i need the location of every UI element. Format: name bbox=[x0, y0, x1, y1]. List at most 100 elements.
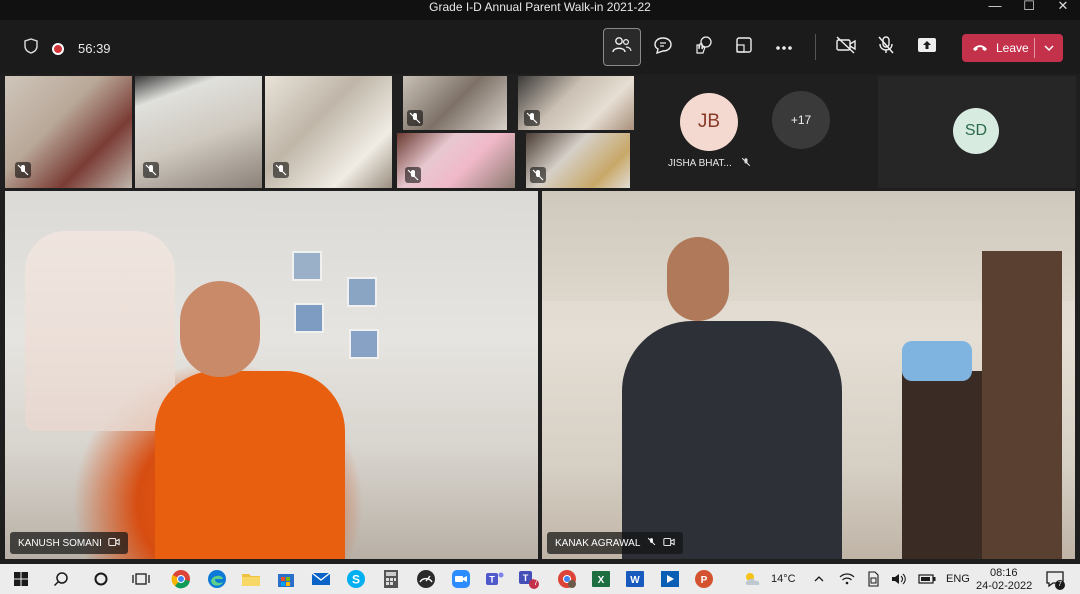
search-icon[interactable] bbox=[50, 568, 72, 590]
overflow-count: +17 bbox=[790, 113, 812, 127]
ellipsis-icon bbox=[775, 38, 793, 56]
start-button[interactable] bbox=[10, 568, 32, 590]
meeting-toolbar: 56:39 Leave bbox=[0, 20, 1080, 74]
muted-mic-icon bbox=[530, 167, 546, 183]
teams-icon[interactable]: T bbox=[484, 568, 506, 590]
video-tile[interactable]: SD bbox=[878, 76, 1076, 188]
weather-temperature[interactable]: 14°C bbox=[771, 573, 796, 585]
video-tile[interactable] bbox=[397, 133, 515, 188]
video-tile[interactable] bbox=[526, 133, 630, 188]
breakout-rooms-icon bbox=[735, 36, 753, 59]
muted-mic-icon bbox=[405, 167, 421, 183]
muted-mic-icon bbox=[15, 162, 31, 178]
wall-poster bbox=[294, 303, 324, 333]
chrome-icon[interactable] bbox=[170, 568, 192, 590]
title-bar: Grade I-D Annual Parent Walk-in 2021-22 … bbox=[0, 0, 1080, 20]
notification-center-icon[interactable]: 7 bbox=[1044, 568, 1066, 590]
person-silhouette bbox=[25, 231, 175, 431]
blue-bag bbox=[902, 341, 972, 381]
skype-icon[interactable]: S bbox=[345, 568, 367, 590]
video-player-icon[interactable] bbox=[659, 568, 681, 590]
cortana-icon[interactable] bbox=[90, 568, 112, 590]
sim-card-icon[interactable] bbox=[862, 568, 884, 590]
window-title: Grade I-D Annual Parent Walk-in 2021-22 bbox=[429, 0, 651, 14]
participant-name-label: KANUSH SOMANI bbox=[18, 537, 102, 549]
speedometer-icon[interactable] bbox=[415, 568, 437, 590]
svg-text:P: P bbox=[701, 575, 708, 586]
camera-toggle-button[interactable] bbox=[827, 28, 865, 66]
chevron-down-icon[interactable] bbox=[1042, 39, 1056, 62]
svg-text:S: S bbox=[352, 573, 360, 587]
wall-poster bbox=[347, 277, 377, 307]
people-icon bbox=[612, 36, 632, 59]
leave-label: Leave bbox=[996, 41, 1029, 55]
teams-badge-count: 7 bbox=[533, 578, 539, 587]
person-silhouette bbox=[667, 237, 729, 321]
word-icon[interactable]: W bbox=[624, 568, 646, 590]
share-screen-icon bbox=[917, 37, 937, 58]
participants-button[interactable] bbox=[603, 28, 641, 66]
video-tile[interactable] bbox=[5, 76, 132, 188]
video-tile[interactable] bbox=[265, 76, 392, 188]
muted-mic-icon bbox=[646, 536, 657, 550]
svg-text:T: T bbox=[523, 573, 529, 583]
mail-icon[interactable] bbox=[310, 568, 332, 590]
zoom-icon[interactable] bbox=[450, 568, 472, 590]
task-view-icon[interactable] bbox=[130, 568, 152, 590]
language-indicator[interactable]: ENG bbox=[946, 573, 970, 585]
weather-icon[interactable] bbox=[742, 568, 764, 590]
clock-time[interactable]: 08:16 bbox=[990, 567, 1018, 579]
chat-icon bbox=[653, 36, 673, 59]
video-tile-kanak[interactable]: KANAK AGRAWAL bbox=[542, 191, 1075, 559]
mic-toggle-button[interactable] bbox=[867, 28, 905, 66]
svg-text:T: T bbox=[489, 575, 495, 585]
person-silhouette bbox=[180, 281, 260, 377]
store-icon[interactable] bbox=[275, 568, 297, 590]
edge-icon[interactable] bbox=[206, 568, 228, 590]
chrome-profile-icon[interactable] bbox=[556, 568, 578, 590]
mic-off-icon bbox=[877, 35, 895, 60]
clock-date[interactable]: 24-02-2022 bbox=[976, 580, 1032, 592]
battery-icon[interactable] bbox=[916, 568, 938, 590]
hand-emoji-icon bbox=[693, 35, 713, 60]
person-silhouette bbox=[155, 371, 345, 559]
participant-name-label: JISHA BHAT... bbox=[668, 158, 732, 169]
share-button[interactable] bbox=[908, 28, 946, 66]
close-button[interactable]: ✕ bbox=[1053, 0, 1073, 14]
powerpoint-icon[interactable]: P bbox=[693, 568, 715, 590]
file-explorer-icon[interactable] bbox=[240, 568, 262, 590]
person-silhouette bbox=[622, 321, 842, 559]
maximize-button[interactable]: ☐ bbox=[1019, 0, 1039, 14]
video-tile-kanush[interactable]: KANUSH SOMANI bbox=[5, 191, 538, 559]
camera-icon bbox=[108, 537, 120, 550]
teams-active-icon[interactable]: T 7 bbox=[518, 568, 540, 590]
volume-icon[interactable] bbox=[888, 568, 910, 590]
avatar-initials: JB bbox=[697, 111, 721, 132]
rooms-button[interactable] bbox=[725, 28, 763, 66]
video-tile[interactable] bbox=[403, 76, 507, 130]
minimize-button[interactable]: — bbox=[985, 0, 1005, 13]
video-tile[interactable] bbox=[518, 76, 634, 130]
calculator-icon[interactable] bbox=[380, 568, 402, 590]
phone-hangup-icon bbox=[972, 39, 988, 57]
more-participants-button[interactable]: +17 bbox=[772, 91, 830, 149]
muted-mic-icon bbox=[273, 162, 289, 178]
muted-mic-icon bbox=[407, 110, 423, 126]
video-tile[interactable] bbox=[135, 76, 262, 188]
reactions-button[interactable] bbox=[684, 28, 722, 66]
muted-mic-icon bbox=[740, 156, 752, 171]
participant-name-label: KANAK AGRAWAL bbox=[555, 537, 641, 549]
svg-text:W: W bbox=[630, 575, 640, 586]
avatar-initials: SD bbox=[964, 122, 988, 139]
leave-button[interactable]: Leave bbox=[962, 34, 1063, 62]
wifi-icon[interactable] bbox=[836, 568, 858, 590]
svg-text:X: X bbox=[598, 575, 605, 586]
chat-button[interactable] bbox=[644, 28, 682, 66]
chevron-up-icon[interactable] bbox=[808, 568, 830, 590]
toolbar-divider bbox=[815, 34, 816, 60]
excel-icon[interactable]: X bbox=[590, 568, 612, 590]
avatar-jb[interactable]: JB bbox=[680, 93, 738, 151]
avatar-sd: SD bbox=[953, 108, 999, 154]
camera-off-icon bbox=[835, 35, 857, 59]
more-actions-button[interactable] bbox=[765, 28, 803, 66]
